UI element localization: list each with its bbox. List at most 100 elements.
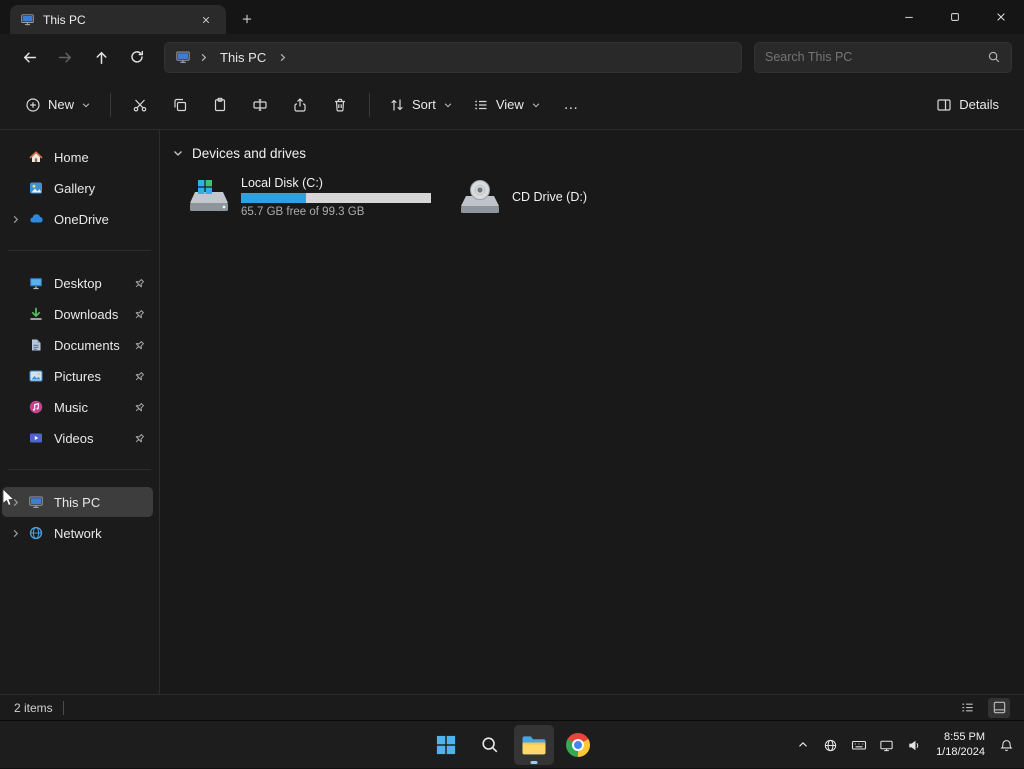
taskbar-chrome-button[interactable]: [558, 725, 598, 765]
navigation-pane: Home Gallery OneDrive Desktop Downloads …: [0, 130, 160, 694]
notification-bell-icon[interactable]: [993, 725, 1020, 765]
minimize-button[interactable]: [886, 0, 932, 34]
pin-icon: [133, 370, 148, 383]
search-icon: [480, 735, 500, 755]
view-button-label: View: [495, 97, 524, 112]
search-input[interactable]: [765, 50, 981, 64]
pin-icon: [133, 432, 148, 445]
sidebar-item-this-pc[interactable]: This PC: [2, 487, 153, 517]
taskbar-file-explorer-button[interactable]: [514, 725, 554, 765]
share-button[interactable]: [281, 88, 319, 122]
back-button[interactable]: [12, 42, 46, 72]
windows-logo-icon: [436, 735, 456, 755]
sidebar-item-network[interactable]: Network: [2, 518, 153, 548]
disk-usage-bar: [241, 193, 431, 203]
pin-icon: [133, 308, 148, 321]
status-bar: 2 items: [0, 694, 1024, 720]
sidebar-item-videos[interactable]: Videos: [2, 423, 153, 453]
more-options-button[interactable]: …: [552, 88, 590, 122]
sidebar-item-home[interactable]: Home: [2, 142, 153, 172]
file-explorer-window: This PC This PC Search This PC New Sort …: [0, 0, 1024, 720]
desktop-icon: [28, 275, 45, 291]
new-button-label: New: [48, 97, 75, 112]
sidebar-separator: [8, 250, 151, 251]
titlebar-drag-area[interactable]: [262, 0, 886, 34]
new-button[interactable]: New: [16, 90, 100, 120]
taskbar: 8:55 PM 1/18/2024: [0, 720, 1024, 768]
pin-icon: [133, 339, 148, 352]
tab-this-pc[interactable]: This PC: [10, 5, 226, 34]
sidebar-item-desktop[interactable]: Desktop: [2, 268, 153, 298]
chevron-down-icon: [531, 100, 541, 110]
sidebar-item-music[interactable]: Music: [2, 392, 153, 422]
clock-time: 8:55 PM: [944, 731, 985, 744]
titlebar: This PC: [0, 0, 1024, 34]
pin-icon: [133, 277, 148, 290]
gallery-icon: [28, 180, 45, 196]
view-button[interactable]: View: [464, 90, 550, 120]
search-box[interactable]: [754, 41, 1012, 73]
network-globe-icon: [28, 525, 45, 541]
chevron-down-icon: [81, 100, 91, 110]
details-pane-button[interactable]: Details: [927, 90, 1008, 120]
paste-button[interactable]: [201, 88, 239, 122]
file-list-area: Devices and drives Local Disk (C:) 65.7 …: [160, 130, 1024, 694]
sidebar-item-gallery[interactable]: Gallery: [2, 173, 153, 203]
drive-cd-d[interactable]: CD Drive (D:): [449, 168, 595, 226]
tray-volume-icon[interactable]: [901, 725, 928, 765]
chevron-down-icon: [443, 100, 453, 110]
sort-button[interactable]: Sort: [380, 90, 462, 120]
file-explorer-folder-icon: [521, 735, 547, 756]
breadcrumb-this-pc[interactable]: This PC: [216, 48, 270, 67]
pin-icon: [133, 401, 148, 414]
new-tab-button[interactable]: [232, 6, 262, 32]
details-view-toggle-icon[interactable]: [956, 698, 978, 718]
close-button[interactable]: [978, 0, 1024, 34]
section-devices-and-drives[interactable]: Devices and drives: [170, 142, 1024, 164]
maximize-button[interactable]: [932, 0, 978, 34]
chevron-right-icon[interactable]: [2, 497, 28, 508]
sidebar-item-pictures[interactable]: Pictures: [2, 361, 153, 391]
drive-local-disk-c[interactable]: Local Disk (C:) 65.7 GB free of 99.3 GB: [178, 168, 439, 226]
tray-monitor-icon[interactable]: [873, 725, 900, 765]
sidebar-separator: [8, 469, 151, 470]
up-button[interactable]: [84, 42, 118, 72]
sidebar-item-documents[interactable]: Documents: [2, 330, 153, 360]
sort-button-label: Sort: [412, 97, 436, 112]
location-monitor-icon: [175, 49, 191, 65]
clock-date: 1/18/2024: [936, 746, 985, 758]
tray-touch-keyboard-icon[interactable]: [845, 725, 872, 765]
thumbnail-view-toggle-icon[interactable]: [988, 697, 1010, 718]
chevron-right-icon: [277, 52, 288, 63]
sort-arrows-icon: [389, 97, 405, 113]
tab-close-icon[interactable]: [196, 10, 216, 30]
chrome-icon: [566, 733, 590, 757]
taskbar-clock[interactable]: 8:55 PM 1/18/2024: [929, 730, 992, 760]
this-pc-icon: [28, 494, 45, 510]
tray-network-globe-icon[interactable]: [817, 725, 844, 765]
command-bar: New Sort View … Details: [0, 80, 1024, 130]
chevron-right-icon[interactable]: [2, 214, 28, 225]
details-button-label: Details: [959, 97, 999, 112]
address-bar[interactable]: This PC: [164, 41, 742, 73]
rename-button[interactable]: [241, 88, 279, 122]
sidebar-item-onedrive[interactable]: OneDrive: [2, 204, 153, 234]
cut-button[interactable]: [121, 88, 159, 122]
downloads-icon: [28, 306, 45, 322]
drive-name: CD Drive (D:): [512, 190, 587, 204]
chevron-right-icon[interactable]: [2, 528, 28, 539]
details-pane-icon: [936, 97, 952, 113]
forward-button[interactable]: [48, 42, 82, 72]
chevron-right-icon: [198, 52, 209, 63]
copy-button[interactable]: [161, 88, 199, 122]
chevron-down-icon[interactable]: [172, 147, 184, 159]
toolbar-divider: [369, 92, 371, 117]
this-pc-icon: [20, 12, 35, 27]
taskbar-search-button[interactable]: [470, 725, 510, 765]
start-button[interactable]: [426, 725, 466, 765]
refresh-button[interactable]: [120, 42, 154, 72]
search-icon[interactable]: [987, 50, 1001, 64]
sidebar-item-downloads[interactable]: Downloads: [2, 299, 153, 329]
tray-chevron-up-icon[interactable]: [789, 725, 816, 765]
delete-button[interactable]: [321, 88, 359, 122]
